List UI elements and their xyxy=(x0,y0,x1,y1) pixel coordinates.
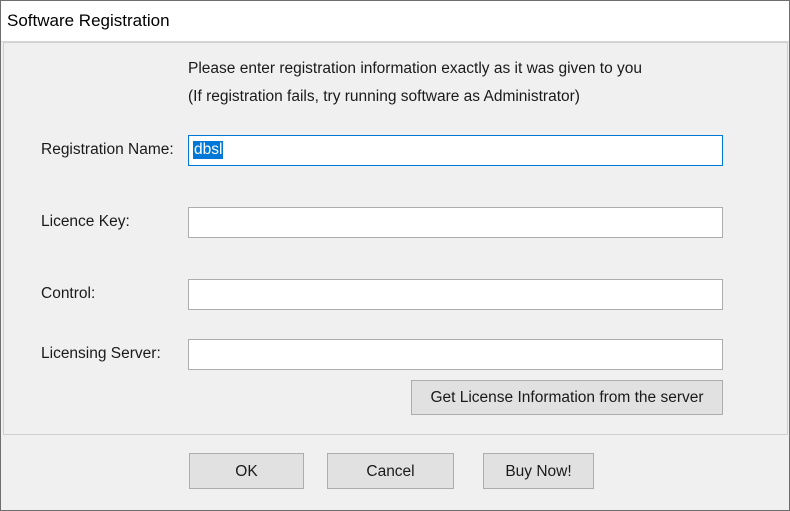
instruction-text-line-1: Please enter registration information ex… xyxy=(188,60,643,77)
buy-now-button[interactable]: Buy Now! xyxy=(483,453,594,489)
control-input[interactable] xyxy=(188,279,723,310)
registration-name-input[interactable]: dbsl xyxy=(188,135,723,166)
instruction-text-line-2: (If registration fails, try running soft… xyxy=(188,88,580,105)
registration-name-label: Registration Name: xyxy=(41,141,174,158)
window-title: Software Registration xyxy=(7,11,170,30)
control-label: Control: xyxy=(41,285,96,302)
licence-key-input[interactable] xyxy=(188,207,723,238)
licensing-server-input[interactable] xyxy=(188,339,723,370)
licensing-server-label: Licensing Server: xyxy=(41,345,161,362)
ok-button-label: OK xyxy=(235,463,258,480)
ok-button[interactable]: OK xyxy=(189,453,304,489)
registration-name-value: dbsl xyxy=(193,141,224,159)
registration-dialog: Software Registration Please enter regis… xyxy=(0,0,790,511)
get-license-info-button[interactable]: Get License Information from the server xyxy=(411,380,723,415)
licence-key-label: Licence Key: xyxy=(41,213,130,230)
title-bar[interactable]: Software Registration xyxy=(1,1,789,42)
buy-now-button-label: Buy Now! xyxy=(505,463,572,480)
get-license-info-button-label: Get License Information from the server xyxy=(430,389,704,406)
cancel-button[interactable]: Cancel xyxy=(327,453,454,489)
cancel-button-label: Cancel xyxy=(366,463,415,480)
